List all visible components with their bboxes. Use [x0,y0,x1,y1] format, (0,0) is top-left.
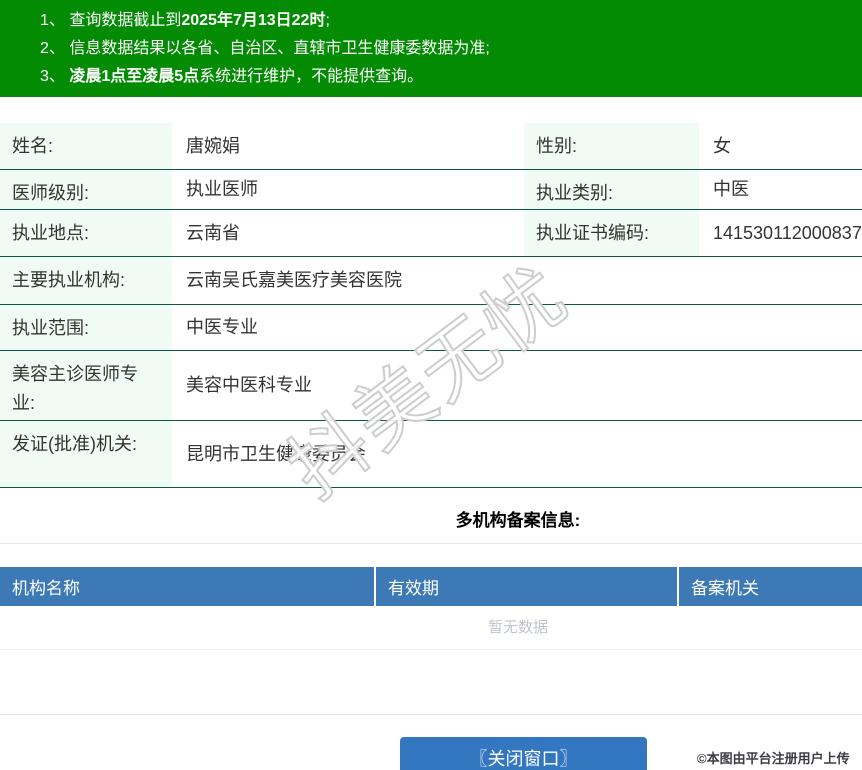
field-label-main-institution: 主要执业机构: [0,256,172,305]
info-row-main-institution: 主要执业机构: 云南吴氏嘉美医疗美容医院 [0,256,862,305]
field-value-practice-category: 中医 [699,169,862,210]
field-label-gender: 性别: [524,123,699,170]
multi-org-section-title: 多机构备案信息: [455,510,581,530]
field-value-gender: 女 [699,123,862,170]
field-value-doctor-level: 执业医师 [172,169,524,210]
notice-line-3-bold: 凌晨1点至凌晨5点 [69,68,200,85]
field-label-name: 姓名: [0,123,172,170]
notice-line-1: 1、 查询数据截止到2025年7月13日22时; [40,7,862,35]
field-value-practice-scope: 中医专业 [172,304,862,351]
field-value-certificate-number: 141530112000837 [699,209,862,257]
notice-line-1-end: ; [325,12,330,29]
field-label-practice-scope: 执业范围: [0,304,172,351]
notice-line-3-end: 系统进行维护，不能提供查询。 [199,68,424,85]
field-value-cosmetic-specialty: 美容中医科专业 [172,350,862,421]
divider [0,542,862,544]
field-value-name: 唐婉娟 [172,123,524,170]
org-table-empty-state: 暂无数据 [0,606,862,650]
notice-banner: 1、 查询数据截止到2025年7月13日22时; 2、 信息数据结果以各省、自治… [0,0,862,97]
query-result-page: 1、 查询数据截止到2025年7月13日22时; 2、 信息数据结果以各省、自治… [0,0,862,770]
info-row-name-gender: 姓名: 唐婉娟 性别: 女 [0,123,862,170]
org-table-header-row: 机构名称 有效期 备案机关 [0,566,862,606]
field-label-practice-category: 执业类别: [524,169,699,210]
org-table-header-filing-authority: 备案机关 [677,566,862,606]
notice-line-1-text: 1、 查询数据截止到 [40,12,182,29]
notice-line-3-text: 3、 [40,68,70,85]
field-value-issuing-authority: 昆明市卫生健康委员会 [172,420,862,488]
field-label-issuing-authority: 发证(批准)机关: [0,420,172,488]
field-value-practice-location: 云南省 [172,209,524,257]
org-table-header-validity: 有效期 [374,566,677,606]
field-value-main-institution: 云南吴氏嘉美医疗美容医院 [172,256,862,305]
info-row-practice-scope: 执业范围: 中医专业 [0,304,862,351]
divider [0,713,862,715]
field-label-practice-location: 执业地点: [0,209,172,257]
upload-credit-watermark: ©本图由平台注册用户上传 [697,751,850,766]
org-table-header-institution: 机构名称 [12,578,80,598]
info-row-cosmetic-specialty: 美容主诊医师专业: 美容中医科专业 [0,350,862,421]
notice-line-2: 2、 信息数据结果以各省、自治区、直辖市卫生健康委数据为准; [40,40,490,57]
close-window-button[interactable]: 〖关闭窗口〗 [400,736,647,770]
field-label-cosmetic-specialty: 美容主诊医师专业: [0,350,172,421]
page-content: 1、 查询数据截止到2025年7月13日22时; 2、 信息数据结果以各省、自治… [0,0,862,770]
notice-line-1-bold: 2025年7月13日22时 [181,12,326,29]
info-row-issuing-authority: 发证(批准)机关: 昆明市卫生健康委员会 [0,420,862,488]
info-row-location-certificate: 执业地点: 云南省 执业证书编码: 141530112000837 [0,209,862,257]
info-row-level-category: 医师级别: 执业医师 执业类别: 中医 [0,169,862,210]
field-label-doctor-level: 医师级别: [0,169,172,210]
practitioner-info-table: 姓名: 唐婉娟 性别: 女 医师级别: 执业医师 执业类别: 中医 执业地点: … [0,123,862,488]
notice-line-3: 3、 凌晨1点至凌晨5点系统进行维护，不能提供查询。 [40,63,862,91]
field-label-certificate-number: 执业证书编码: [524,209,699,257]
